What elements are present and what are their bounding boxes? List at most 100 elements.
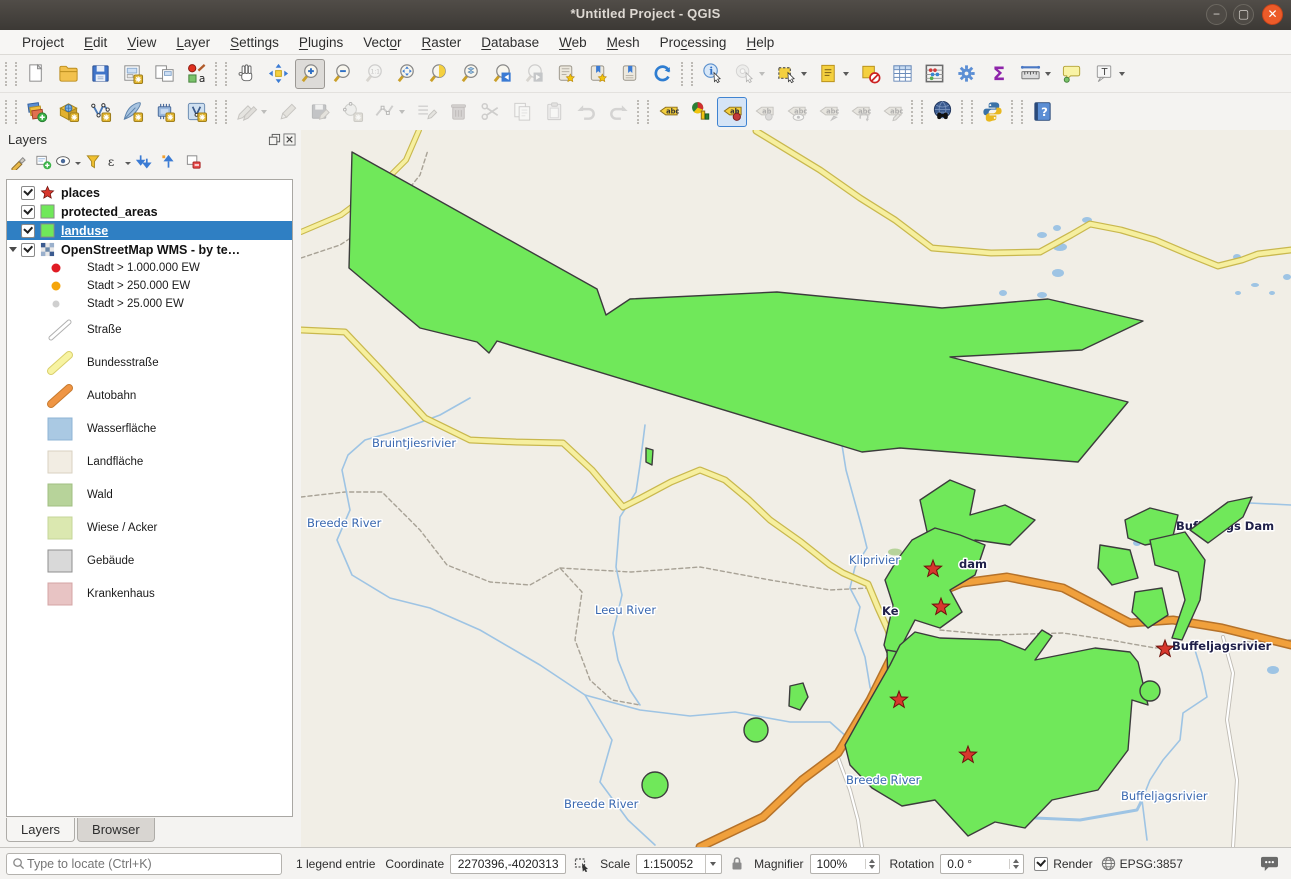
remove-layer-button[interactable] [181,151,205,175]
show-spatial-bookmarks-button[interactable] [583,59,613,89]
render-checkbox[interactable]: Render [1034,857,1092,871]
legend-item[interactable]: Bundesstraße [7,346,292,379]
menu-project[interactable]: Project [12,33,74,52]
maximize-button[interactable]: ▢ [1233,4,1254,25]
menu-database[interactable]: Database [471,33,549,52]
new-virtual-layer-button[interactable] [181,97,211,127]
legend-item[interactable]: Wald [7,478,292,511]
locate-input[interactable] [25,856,276,872]
processing-toolbox-button[interactable] [951,59,981,89]
collapse-all-button[interactable] [156,151,180,175]
python-console-button[interactable] [977,97,1007,127]
new-spatial-bookmark-button[interactable] [551,59,581,89]
new-print-layout-button[interactable] [117,59,147,89]
legend-item[interactable]: Stadt > 250.000 EW [7,277,292,295]
toolbar-handle[interactable] [5,62,17,86]
filter-by-expression-button[interactable]: ε [106,151,130,175]
menu-mesh[interactable]: Mesh [597,33,650,52]
menu-layer[interactable]: Layer [166,33,220,52]
scale-combo[interactable] [636,854,722,874]
select-by-form-button[interactable] [813,59,853,89]
scale-input[interactable] [641,856,700,872]
magnifier-spinner[interactable] [810,854,880,874]
menu-vector[interactable]: Vector [353,33,411,52]
zoom-full-button[interactable] [391,59,421,89]
add-group-button[interactable] [31,151,55,175]
scale-dropdown-icon[interactable] [705,855,718,873]
layer-item-places[interactable]: places [7,183,292,202]
zoom-to-selection-button[interactable] [423,59,453,89]
toolbar-handle[interactable] [961,100,973,124]
rotation-input[interactable] [945,856,1006,872]
metasearch-button[interactable] [927,97,957,127]
new-shapefile-layer-button[interactable] [85,97,115,127]
menu-raster[interactable]: Raster [412,33,472,52]
rotation-spinner[interactable] [940,854,1024,874]
menu-processing[interactable]: Processing [650,33,737,52]
zoom-last-button[interactable] [487,59,517,89]
messages-button[interactable] [1260,855,1279,872]
toolbar-handle[interactable] [911,100,923,124]
new-memory-layer-button[interactable] [149,97,179,127]
open-attribute-table-button[interactable] [887,59,917,89]
minimize-button[interactable]: − [1206,4,1227,25]
field-calculator-button[interactable] [919,59,949,89]
legend-item[interactable]: Wiese / Acker [7,511,292,544]
layout-manager-button[interactable] [149,59,179,89]
menu-edit[interactable]: Edit [74,33,117,52]
layer-labeling-options-button[interactable]: abc [653,97,683,127]
measure-button[interactable] [1015,59,1055,89]
new-spatialite-layer-button[interactable] [117,97,147,127]
zoom-to-layer-button[interactable] [455,59,485,89]
rotation-spin-buttons[interactable] [1009,859,1019,869]
lock-icon[interactable] [730,856,744,871]
legend-item[interactable]: Krankenhaus [7,577,292,610]
panel-float-icon[interactable] [268,133,281,146]
legend-item[interactable]: Straße [7,313,292,346]
layer-item-openstreetmap-wms-by-te-[interactable]: OpenStreetMap WMS - by te… [7,240,292,259]
highlight-pinned-labels-button[interactable]: ab [717,97,747,127]
tab-layers[interactable]: Layers [6,818,75,842]
layer-item-landuse[interactable]: landuse [7,221,292,240]
legend-item[interactable]: Wasserfläche [7,412,292,445]
open-project-button[interactable] [53,59,83,89]
toolbar-handle[interactable] [215,62,227,86]
legend-item[interactable]: Landfläche [7,445,292,478]
open-layer-styling-button[interactable] [6,151,30,175]
new-project-button[interactable] [21,59,51,89]
zoom-out-button[interactable] [327,59,357,89]
toolbar-handle[interactable] [215,100,227,124]
toolbar-handle[interactable] [1011,100,1023,124]
toolbar-handle[interactable] [637,100,649,124]
layer-checkbox[interactable] [21,205,35,219]
magnifier-input[interactable] [815,856,862,872]
menu-plugins[interactable]: Plugins [289,33,353,52]
expand-all-button[interactable] [131,151,155,175]
toolbar-handle[interactable] [5,100,17,124]
toolbar-handle[interactable] [681,62,693,86]
map-tips-button[interactable] [1057,59,1087,89]
identify-features-button[interactable]: i [697,59,727,89]
menu-view[interactable]: View [117,33,166,52]
show-bookmark-manager-button[interactable] [615,59,645,89]
tab-browser[interactable]: Browser [77,818,155,842]
filter-legend-button[interactable] [81,151,105,175]
map-canvas[interactable]: Buffeljags Dam BruintjiesrivierBreede Ri… [301,130,1291,847]
coordinate-input[interactable] [455,856,561,872]
legend-item[interactable]: Stadt > 25.000 EW [7,295,292,313]
panel-close-icon[interactable] [283,133,296,146]
deselect-all-button[interactable] [855,59,885,89]
menu-help[interactable]: Help [736,33,784,52]
extents-toggle-icon[interactable] [574,856,590,872]
refresh-map-button[interactable] [647,59,677,89]
style-manager-button[interactable]: a [181,59,211,89]
manage-map-themes-button[interactable] [56,151,80,175]
statistical-summary-button[interactable]: Σ [983,59,1013,89]
zoom-in-button[interactable] [295,59,325,89]
data-source-manager-button[interactable] [21,97,51,127]
expander-icon[interactable] [9,247,17,252]
crs-status[interactable]: EPSG:3857 [1101,856,1183,871]
text-annotation-button[interactable]: T [1089,59,1129,89]
locate-search[interactable] [6,853,282,875]
close-button[interactable]: ✕ [1262,4,1283,25]
